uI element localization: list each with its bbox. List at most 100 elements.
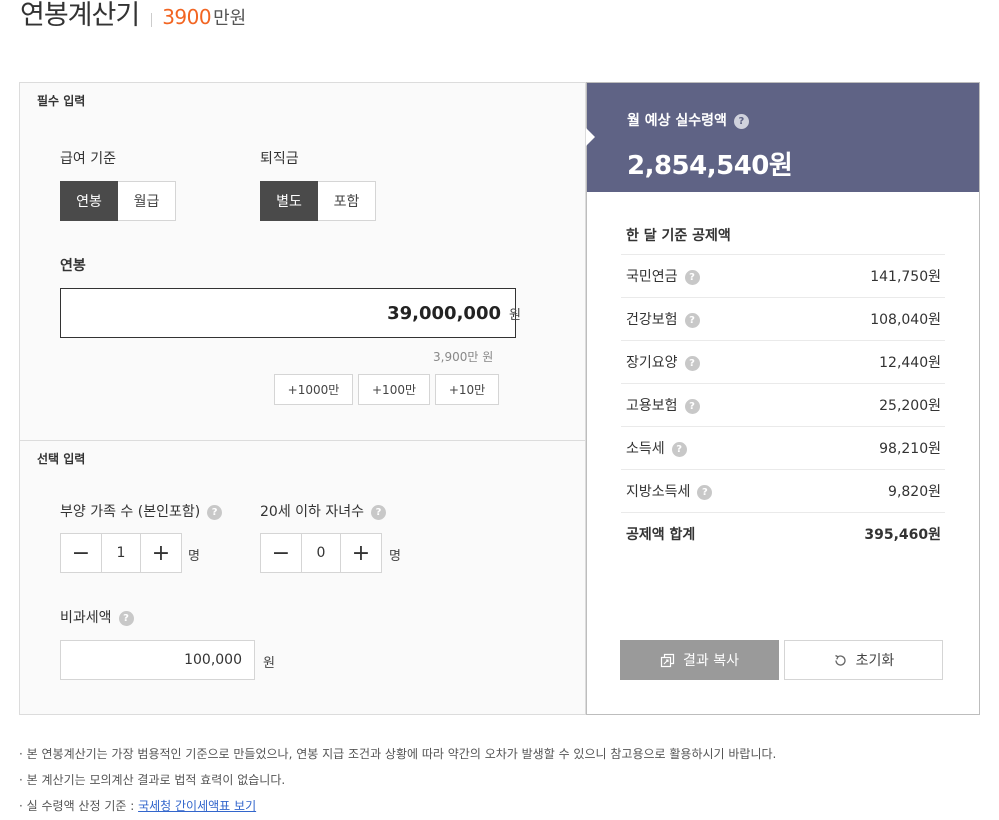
pay-basis-toggle: 연봉 월급 xyxy=(60,181,176,221)
deduction-name: 고용보험? xyxy=(626,395,700,415)
title-divider xyxy=(151,13,153,27)
salary-hint-unit: 원 xyxy=(482,350,494,364)
dependents-unit: 명 xyxy=(188,549,200,564)
children-value[interactable]: 0 xyxy=(301,534,341,572)
add-100man-button[interactable]: +100만 xyxy=(358,374,430,405)
help-icon[interactable]: ? xyxy=(697,484,713,500)
copy-result-label: 결과 복사 xyxy=(683,653,739,669)
children-stepper: − 0 + xyxy=(260,533,382,573)
deduction-list: 국민연금? 141,750원 건강보험? 108,040원 장기요양? 12,4… xyxy=(621,254,945,555)
severance-included-option[interactable]: 포함 xyxy=(318,181,376,221)
nontaxable-label: 비과세액? xyxy=(60,607,134,627)
children-minus-button[interactable]: − xyxy=(261,534,301,572)
children-label: 20세 이하 자녀수? xyxy=(260,501,386,521)
reset-icon xyxy=(833,653,848,668)
salary-unit: 원 xyxy=(509,308,521,323)
deduction-total-row: 공제액 합계 395,460원 xyxy=(621,512,945,555)
deduction-value: 9,820원 xyxy=(888,484,941,500)
deduction-name: 건강보험? xyxy=(626,309,700,329)
deduction-row: 건강보험? 108,040원 xyxy=(621,297,945,340)
net-pay-label: 월 예상 실수령액? xyxy=(627,110,749,130)
pointer-arrow xyxy=(586,128,595,146)
deduction-name: 지방소득세? xyxy=(626,481,713,501)
footnotes: · 본 연봉계산기는 가장 범용적인 기준으로 만들었으나, 연봉 지급 조건과… xyxy=(19,745,776,820)
deduction-name-text: 지방소득세 xyxy=(626,484,691,500)
children-plus-button[interactable]: + xyxy=(341,534,381,572)
add-10man-button[interactable]: +10만 xyxy=(435,374,499,405)
deduction-name-text: 장기요양 xyxy=(626,355,678,371)
deduction-value: 98,210원 xyxy=(879,441,941,457)
help-icon[interactable]: ? xyxy=(118,610,134,626)
input-panel: 필수 입력 급여 기준 연봉 월급 퇴직금 별도 포함 연봉 원 3,900만 … xyxy=(19,82,586,715)
reset-button[interactable]: 초기화 xyxy=(784,640,943,680)
help-icon[interactable]: ? xyxy=(207,504,223,520)
deduction-value: 141,750원 xyxy=(870,269,941,285)
pay-basis-label: 급여 기준 xyxy=(60,151,116,167)
footnote-legal: · 본 계산기는 모의계산 결과로 법적 효력이 없습니다. xyxy=(19,773,286,787)
nontaxable-unit: 원 xyxy=(263,656,275,671)
deduction-value: 12,440원 xyxy=(879,355,941,371)
deduction-row: 장기요양? 12,440원 xyxy=(621,340,945,383)
dependents-minus-button[interactable]: − xyxy=(61,534,101,572)
salary-input[interactable] xyxy=(60,288,516,338)
help-icon[interactable]: ? xyxy=(684,398,700,414)
copy-result-button[interactable]: 결과 복사 xyxy=(620,640,779,680)
net-pay-value: 2,854,540원 xyxy=(627,151,793,181)
severance-label: 퇴직금 xyxy=(260,151,299,167)
severance-toggle: 별도 포함 xyxy=(260,181,376,221)
copy-icon xyxy=(660,653,675,668)
deduction-name: 장기요양? xyxy=(626,352,700,372)
deduction-total-value: 395,460원 xyxy=(864,527,941,543)
deduction-name: 국민연금? xyxy=(626,266,700,286)
deduction-name-text: 고용보험 xyxy=(626,398,678,414)
dependents-label: 부양 가족 수 (본인포함)? xyxy=(60,501,223,521)
footnote-basis: · 실 수령액 산정 기준 : 국세청 간이세액표 보기 xyxy=(19,797,776,820)
title-amount: 3900 xyxy=(162,5,212,29)
deduction-value: 108,040원 xyxy=(870,312,941,328)
deduction-row: 국민연금? 141,750원 xyxy=(621,254,945,297)
help-icon[interactable]: ? xyxy=(684,355,700,371)
section-divider xyxy=(20,440,585,441)
add-1000man-button[interactable]: +1000만 xyxy=(274,374,353,405)
footnote-basis-prefix: · 실 수령액 산정 기준 : xyxy=(19,799,139,813)
deduction-name: 소득세? xyxy=(626,438,687,458)
deduction-name-text: 국민연금 xyxy=(626,269,678,285)
page-header: 연봉계산기 3900 만원 xyxy=(20,0,246,40)
nontaxable-input[interactable] xyxy=(60,640,255,680)
pay-basis-monthly-option[interactable]: 월급 xyxy=(118,181,176,221)
children-label-text: 20세 이하 자녀수 xyxy=(260,504,364,520)
salary-hint: 3,900만 원 xyxy=(433,348,493,365)
footnote-disclaimer: · 본 연봉계산기는 가장 범용적인 기준으로 만들었으나, 연봉 지급 조건과… xyxy=(19,747,777,761)
result-panel: 월 예상 실수령액? 2,854,540원 한 달 기준 공제액 국민연금? 1… xyxy=(586,82,980,715)
deduction-name-text: 소득세 xyxy=(626,441,665,457)
deduction-value: 25,200원 xyxy=(879,398,941,414)
required-section-label: 필수 입력 xyxy=(37,94,86,108)
help-icon[interactable]: ? xyxy=(684,269,700,285)
deduction-row: 지방소득세? 9,820원 xyxy=(621,469,945,512)
salary-label: 연봉 xyxy=(60,258,86,274)
result-header: 월 예상 실수령액? 2,854,540원 xyxy=(586,83,979,192)
dependents-label-text: 부양 가족 수 (본인포함) xyxy=(60,504,201,520)
dependents-plus-button[interactable]: + xyxy=(141,534,181,572)
help-icon[interactable]: ? xyxy=(371,504,386,520)
salary-hint-value: 3,900만 xyxy=(433,350,479,364)
deduction-name-text: 건강보험 xyxy=(626,312,678,328)
pay-basis-annual-option[interactable]: 연봉 xyxy=(60,181,118,221)
net-pay-label-text: 월 예상 실수령액 xyxy=(627,113,727,129)
help-icon[interactable]: ? xyxy=(684,312,700,328)
severance-separate-option[interactable]: 별도 xyxy=(260,181,318,221)
nontaxable-label-text: 비과세액 xyxy=(60,610,112,626)
deduction-total-name: 공제액 합계 xyxy=(626,527,696,543)
reset-label: 초기화 xyxy=(855,653,895,669)
page-title: 연봉계산기 xyxy=(20,0,140,31)
deduction-row: 고용보험? 25,200원 xyxy=(621,383,945,426)
deduction-title: 한 달 기준 공제액 xyxy=(626,228,731,244)
deduction-row: 소득세? 98,210원 xyxy=(621,426,945,469)
tax-table-link[interactable]: 국세청 간이세액표 보기 xyxy=(138,799,256,813)
optional-section-label: 선택 입력 xyxy=(37,452,86,466)
dependents-stepper: − 1 + xyxy=(60,533,182,573)
dependents-value[interactable]: 1 xyxy=(101,534,141,572)
help-icon[interactable]: ? xyxy=(671,441,687,457)
help-icon[interactable]: ? xyxy=(733,113,749,129)
children-unit: 명 xyxy=(389,549,401,564)
